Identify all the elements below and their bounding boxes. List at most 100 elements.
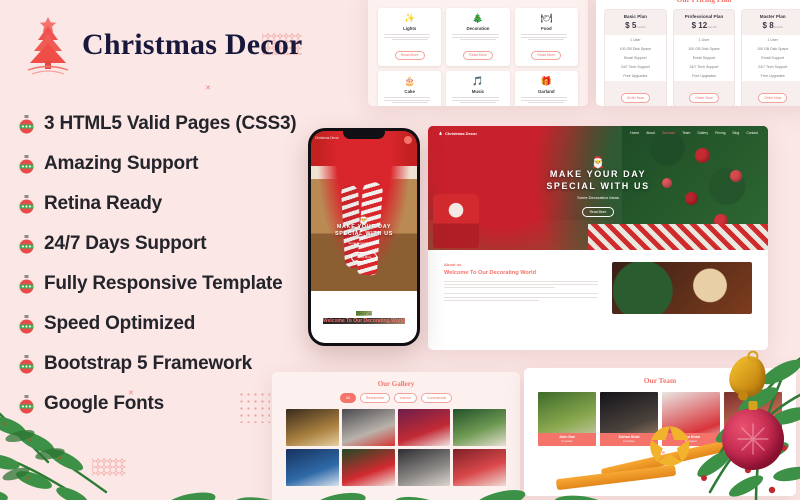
list-item-label: Amazing Support [44,153,199,174]
lights-icon: ✨ [404,13,416,23]
christmas-tree-icon [27,17,69,75]
gallery-item[interactable] [397,408,451,446]
phone-mockup: Christmas Decor 🎅 MAKE YOUR DAY SPECIAL … [308,128,420,346]
phone-hero [311,131,417,291]
page-title: Christmas Decor [82,28,303,61]
desktop-mockup: Christmas Decor Home About Services Team… [428,126,768,350]
list-item: 24/7 Days Support [18,224,318,264]
desktop-about-section: About us Welcome To Our Decorating World [428,250,768,324]
music-icon: 🎵 [472,76,484,87]
hero-read-more-button[interactable]: Read More [581,207,615,217]
gallery-mockup: Our Gallery All Residential Interior Com… [272,372,520,500]
phone-read-more-button[interactable]: Read More [350,251,378,262]
list-item: 3 HTML5 Valid Pages (CSS3) [18,104,318,144]
pricing-card[interactable]: Master Plan $ 8/month 1 User 100 GB Disk… [741,9,800,106]
plan-feature: 24/7 Tech Support [689,65,719,70]
snowflake-pattern-icon [737,423,769,455]
desktop-hero: Christmas Decor Home About Services Team… [428,126,768,250]
nav-item-services[interactable]: Services [662,131,675,135]
about-paragraph [444,281,598,301]
service-card[interactable]: 🎂 Cake Read More [378,71,442,106]
service-text-lines [384,97,435,104]
service-read-more-button[interactable]: Read More [463,50,493,60]
plan-name: Master Plan [759,14,786,19]
plan-price: $ 8/month [762,21,783,30]
services-mockup: Our Services ✨ Lights Read More 🎄 Decora… [368,0,588,106]
team-member-card[interactable]: John Doe Founder [538,392,596,446]
nav-item-pricing[interactable]: Pricing [715,131,725,135]
plan-feature: Free Upgrades [692,74,716,79]
gallery-item[interactable] [453,408,506,446]
services-grid: ✨ Lights Read More 🎄 Decoration Read Mor… [378,8,578,106]
service-read-more-button[interactable]: Read More [531,50,562,60]
hero-subtitle: Some Decoration Ideas [577,195,619,200]
plan-feature: 24/7 Tech Support [758,65,788,70]
plan-feature: Email Support [692,55,716,60]
hero-headline-line2: SPECIAL WITH US [546,181,650,191]
gallery-tab-all[interactable]: All [339,393,356,403]
gallery-item[interactable] [286,448,339,486]
pricing-grid: Basic Plan $ 5/month 1 User 100 GB Disk … [604,9,800,106]
desktop-logo[interactable]: Christmas Decor [438,130,477,136]
gallery-item[interactable] [397,448,451,486]
phone-hero-line2: SPECIAL WITH US [334,231,394,238]
plan-feature: Email Support [624,55,647,60]
nav-item-blog[interactable]: Blog [733,131,740,135]
order-now-button[interactable]: Order Now [620,93,651,103]
list-item-label: 24/7 Days Support [44,233,207,254]
food-icon: 🍽 [540,13,553,23]
phone-hero-subtitle: Some Decoration Ideas [348,240,380,245]
phone-menu-button[interactable] [404,136,412,144]
christmas-bauble-icon [19,114,34,133]
plan-feature: Free Upgrades [760,74,785,79]
phone-logo[interactable]: Christmas Decor [315,136,339,140]
gallery-item[interactable] [453,448,506,486]
gallery-item[interactable] [286,408,339,446]
service-card[interactable]: 🍽 Food Read More [514,8,578,67]
plan-feature: 1 User [767,37,778,42]
pricing-card-header: Professional Plan $ 12/month [673,10,735,35]
order-now-button[interactable]: Order Now [757,93,788,103]
gallery-item[interactable] [341,408,395,446]
phone-hero-text: 🎅 MAKE YOUR DAY SPECIAL WITH US Some Dec… [311,214,417,263]
about-kicker: About us [444,262,462,267]
santa-hat-icon: 🎅 [358,214,370,225]
pricing-card[interactable]: Basic Plan $ 5/month 1 User 100 GB Disk … [604,9,667,106]
service-card[interactable]: 🎁 Garland Read More [514,71,578,106]
service-name: Food [540,26,552,31]
service-card[interactable]: 🎄 Decoration Read More [446,8,510,67]
list-item: Retina Ready [18,184,318,224]
gallery-tab-residential[interactable]: Residential [359,393,390,403]
brand-header: Christmas Decor [22,14,302,76]
christmas-bauble-icon [19,234,34,253]
christmas-bauble-icon [19,194,34,213]
service-read-more-button[interactable]: Read More [394,50,425,60]
service-card[interactable]: ✨ Lights Read More [378,8,442,67]
nav-item-about[interactable]: About [646,131,655,135]
order-now-button[interactable]: Order Now [689,93,719,103]
phone-about-kicker: About us [356,310,372,316]
about-image [612,262,752,314]
nav-item-team[interactable]: Team [682,131,690,135]
list-item-label: Fully Responsive Template [44,273,283,294]
pricing-card[interactable]: Professional Plan $ 12/month 1 User 100 … [672,9,736,106]
nav-item-contact[interactable]: Contact [746,131,758,135]
list-item-label: Retina Ready [44,193,162,214]
gallery-tab-interior[interactable]: Interior [393,393,417,403]
cake-icon: 🎂 [404,76,416,87]
sparkle-icon: ✕ [205,85,211,92]
gallery-item[interactable] [341,448,395,486]
list-item-label: 3 HTML5 Valid Pages (CSS3) [44,113,297,134]
phone-about-title: Welcome To Our Decorating World [322,317,406,324]
team-member-role: Founder [561,439,573,443]
service-card[interactable]: 🎵 Music Read More [446,71,510,106]
garland-icon: 🎁 [540,76,552,87]
nav-item-home[interactable]: Home [630,131,639,135]
plan-feature: 100 GB Disk Space [688,46,720,51]
gallery-tab-commercial[interactable]: Commercial [420,393,453,403]
service-text-lines [520,34,572,41]
nav-item-gallery[interactable]: Gallery [697,131,708,135]
list-item: Fully Responsive Template [18,264,318,304]
pricing-card-header: Basic Plan $ 5/month [605,10,666,35]
plan-feature: Email Support [761,55,784,60]
